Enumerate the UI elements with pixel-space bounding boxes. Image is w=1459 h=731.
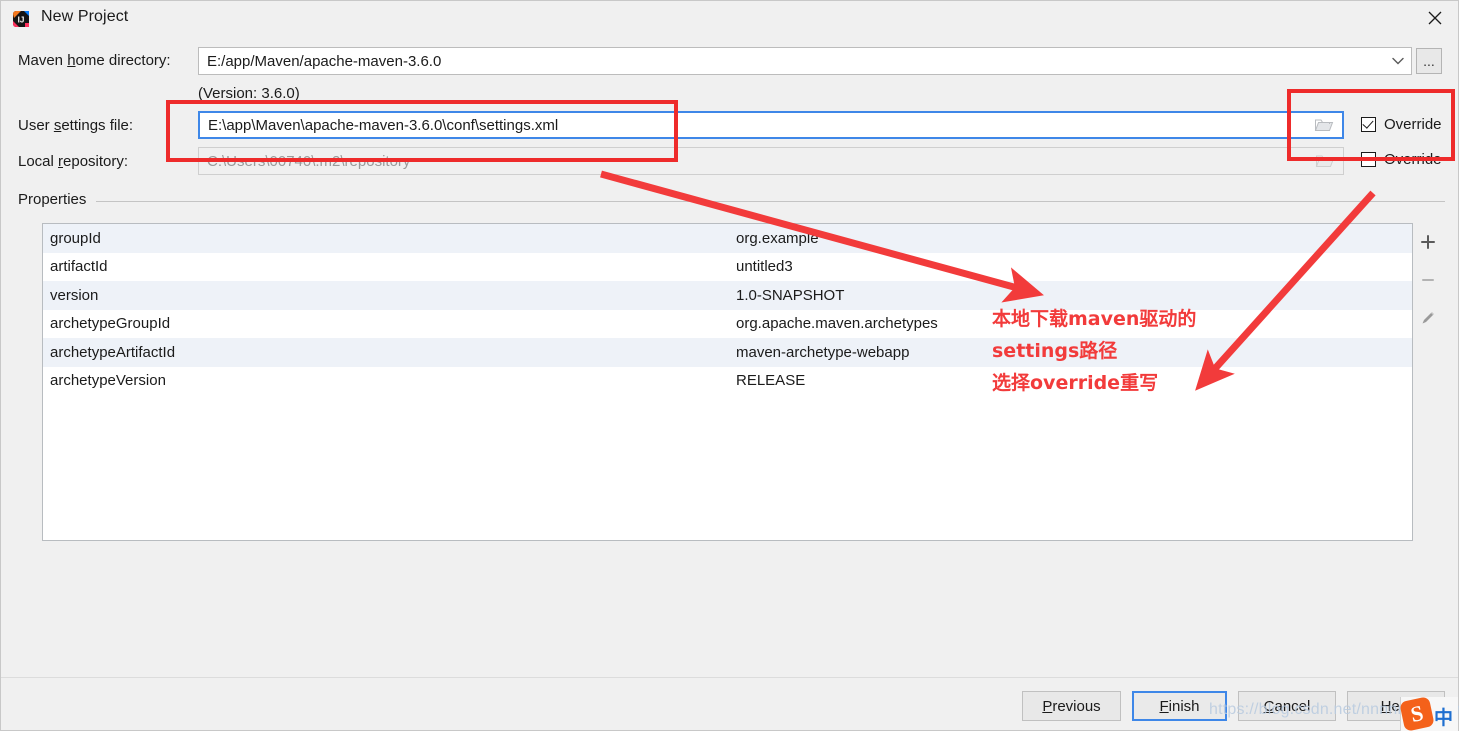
- local-repository-override-label: Override: [1384, 151, 1442, 168]
- maven-home-value: E:/app/Maven/apache-maven-3.6.0: [207, 52, 442, 70]
- table-row[interactable]: version 1.0-SNAPSHOT: [43, 281, 1412, 310]
- chevron-down-icon[interactable]: [1385, 48, 1411, 74]
- properties-table[interactable]: groupId org.example artifactId untitled3…: [42, 223, 1413, 541]
- previous-button[interactable]: Previous: [1022, 691, 1121, 721]
- previous-accel: P: [1042, 697, 1053, 715]
- ime-indicator[interactable]: S 中: [1399, 696, 1458, 731]
- maven-home-browse-button[interactable]: ...: [1416, 48, 1442, 74]
- user-settings-override-checkbox[interactable]: Override: [1361, 116, 1442, 133]
- maven-home-label-accel: h: [67, 52, 76, 69]
- footer-divider: [1, 677, 1458, 678]
- local-repository-label-pre: Local: [18, 153, 59, 170]
- table-row[interactable]: artifactId untitled3: [43, 252, 1412, 281]
- user-settings-label-pre: User: [18, 117, 54, 134]
- previous-post: revious: [1052, 697, 1101, 715]
- title-bar: IJ New Project: [1, 1, 1458, 37]
- ime-mode-label: 中: [1434, 707, 1454, 729]
- sogou-logo-icon: S: [1399, 696, 1435, 731]
- local-repository-label: Local repository:: [18, 153, 128, 170]
- property-key: version: [50, 286, 99, 304]
- table-row[interactable]: archetypeVersion RELEASE: [43, 366, 1412, 395]
- property-value: org.example: [736, 229, 819, 247]
- finish-accel: F: [1159, 697, 1169, 715]
- intellij-idea-icon: IJ: [11, 9, 31, 29]
- local-repository-label-post: epository:: [63, 153, 129, 170]
- property-key: archetypeVersion: [50, 372, 166, 390]
- property-key: groupId: [50, 229, 101, 247]
- user-settings-override-label: Override: [1384, 116, 1442, 133]
- local-repository-input[interactable]: C:\Users\00740\.m2\repository: [198, 147, 1344, 175]
- checkbox-unchecked-icon[interactable]: [1361, 152, 1376, 167]
- folder-icon[interactable]: [1306, 113, 1342, 137]
- user-settings-value: E:\app\Maven\apache-maven-3.6.0\conf\set…: [208, 116, 559, 134]
- minus-icon[interactable]: [1415, 267, 1441, 293]
- new-project-dialog: IJ New Project Maven home directory: E:/…: [0, 0, 1459, 731]
- property-value: untitled3: [736, 258, 793, 276]
- user-settings-input[interactable]: E:\app\Maven\apache-maven-3.6.0\conf\set…: [198, 111, 1344, 139]
- maven-home-label-post: ome directory:: [75, 52, 171, 69]
- properties-group-divider: [96, 201, 1445, 202]
- folder-icon: [1307, 148, 1343, 174]
- table-row[interactable]: archetypeGroupId org.apache.maven.archet…: [43, 309, 1412, 338]
- annotation-line-1: 本地下载maven驱动的: [992, 308, 1197, 330]
- properties-toolbar: [1413, 223, 1443, 541]
- close-icon[interactable]: [1412, 1, 1458, 35]
- local-repository-value: C:\Users\00740\.m2\repository: [207, 152, 411, 170]
- table-row[interactable]: groupId org.example: [43, 224, 1412, 253]
- annotation-line-3: 选择override重写: [992, 372, 1159, 394]
- user-settings-label: User settings file:: [18, 117, 133, 134]
- finish-post: inish: [1168, 697, 1200, 715]
- property-key: artifactId: [50, 258, 108, 276]
- maven-home-combobox[interactable]: E:/app/Maven/apache-maven-3.6.0: [198, 47, 1412, 75]
- property-key: archetypeArtifactId: [50, 343, 176, 361]
- maven-home-label: Maven home directory:: [18, 52, 171, 69]
- local-repository-override-checkbox[interactable]: Override: [1361, 151, 1442, 168]
- checkbox-checked-icon[interactable]: [1361, 117, 1376, 132]
- plus-icon[interactable]: [1415, 229, 1441, 255]
- maven-version-note: (Version: 3.6.0): [198, 85, 300, 102]
- annotation-line-2: settings路径: [992, 340, 1118, 362]
- property-value: 1.0-SNAPSHOT: [736, 286, 845, 304]
- window-title: New Project: [41, 8, 129, 25]
- pencil-icon[interactable]: [1415, 305, 1441, 331]
- maven-home-label-pre: Maven: [18, 52, 68, 69]
- user-settings-label-post: ettings file:: [61, 117, 134, 134]
- table-row[interactable]: archetypeArtifactId maven-archetype-weba…: [43, 338, 1412, 367]
- properties-group-label: Properties: [18, 191, 95, 208]
- property-key: archetypeGroupId: [50, 315, 171, 333]
- svg-text:IJ: IJ: [18, 16, 25, 25]
